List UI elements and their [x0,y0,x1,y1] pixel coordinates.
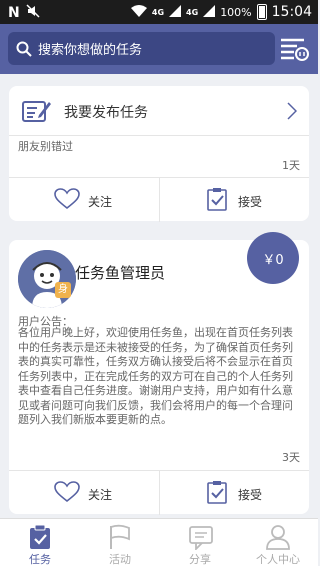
accept-label: 接受 [238,488,263,502]
network-type: 4G [151,7,165,17]
publish-task-label: 我要发布任务 [64,105,148,121]
nav-label: 任务 [29,553,51,566]
task-card: 我要发布任务 朋友别错过 1天 关注 接受 [9,86,309,222]
nav-item-profile[interactable]: 个人中心 [238,519,318,566]
publish-task-row[interactable]: 我要发布任务 [9,86,309,136]
task-time: 1天 [282,159,300,172]
accept-button[interactable]: 接受 [159,178,309,222]
clipboard-check-icon [207,188,227,211]
task-card[interactable]: 身 任务鱼管理员 ￥0 用户公告： 各位用户晚上好，欢迎使用任务鱼，出现在首页任… [9,232,309,515]
accept-button[interactable]: 接受 [159,471,309,515]
task-action-bar: 关注 接受 [9,177,309,222]
signal-icon-2 [203,4,216,20]
clipboard-check-icon [207,481,227,504]
publisher-name[interactable]: 任务鱼管理员 [75,262,165,283]
task-clipboard-icon [30,524,50,549]
filter-list-icon [281,38,309,61]
signal-icon [169,4,182,20]
avatar[interactable] [18,250,76,308]
nav-label: 分享 [189,553,211,566]
bottom-nav: 任务 活动 分享 个人中心 [0,518,318,566]
notice-body: 各位用户晚上好，欢迎使用任务鱼，出现在首页任务列表中的任务表示是还未被接受的任务… [18,326,293,426]
follow-button[interactable]: 关注 [9,178,159,222]
clock: 15:04 [271,4,312,20]
follow-button[interactable]: 关注 [9,471,159,515]
battery-icon [256,4,267,20]
reward-badge: ￥0 [247,232,299,284]
task-description: 朋友别错过 [18,140,73,153]
nav-item-tasks[interactable]: 任务 [0,519,80,566]
network-type-2: 4G [186,7,199,17]
heart-icon [54,188,80,210]
identity-badge: 身 [55,282,71,298]
accept-label: 接受 [238,195,263,209]
task-time: 3天 [282,451,300,464]
share-chat-icon [189,526,213,550]
flag-icon [110,524,130,549]
search-input[interactable]: 搜索你想做的任务 [8,32,275,65]
battery-percent: 100% [220,5,252,19]
status-right-icons: 4G 4G 100% 15:04 [130,0,312,24]
search-icon [16,41,32,57]
nav-item-activities[interactable]: 活动 [80,519,160,566]
mute-icon [26,4,40,21]
person-icon [266,525,290,550]
nav-label: 个人中心 [256,553,300,566]
follow-label: 关注 [88,195,113,209]
n-app-icon: N [8,4,20,21]
edit-document-icon [22,101,51,122]
status-left-icons: N [8,4,40,21]
task-action-bar: 关注 接受 [9,470,309,515]
follow-label: 关注 [88,488,113,502]
status-bar: N 4G 4G 100% 15:04 [0,0,318,24]
wifi-icon [130,4,147,20]
nav-label: 活动 [109,553,131,566]
user-avatar-icon [18,250,76,308]
heart-icon [54,481,80,503]
search-placeholder: 搜索你想做的任务 [38,43,143,58]
nav-item-share[interactable]: 分享 [160,519,240,566]
chevron-right-icon [287,102,297,120]
header: 搜索你想做的任务 [0,24,318,74]
filter-button[interactable] [280,34,310,64]
